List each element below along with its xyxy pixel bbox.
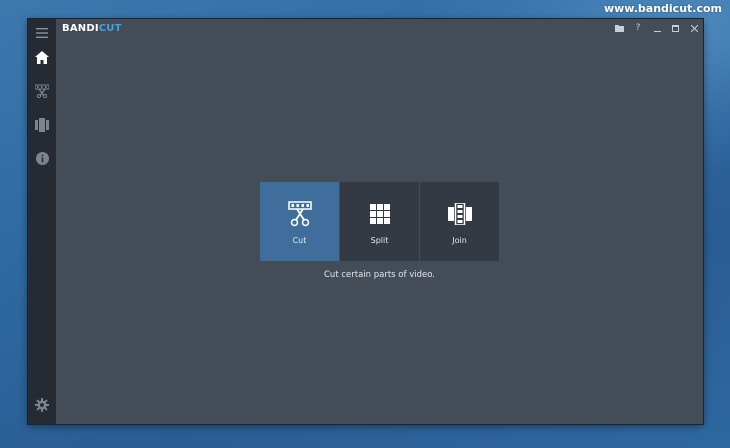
mode-description: Cut certain parts of video. xyxy=(324,270,435,280)
grid-icon xyxy=(370,204,390,224)
mode-label-split: Split xyxy=(370,236,389,245)
sidebar-item-join[interactable] xyxy=(28,111,56,139)
maximize-icon xyxy=(671,24,679,32)
scissors-film-icon xyxy=(288,201,312,227)
sidebar-item-home[interactable] xyxy=(28,43,56,71)
mode-selector: Cut Split Join xyxy=(260,182,500,261)
mode-tile-join[interactable]: Join xyxy=(420,182,499,261)
info-icon xyxy=(35,151,49,165)
title-bar: BANDICUT ? xyxy=(56,19,703,37)
mode-label-join: Join xyxy=(452,236,467,245)
brand-name-part1: BANDI xyxy=(62,23,99,34)
open-folder-button[interactable] xyxy=(612,21,626,35)
watermark-text: www.bandicut.com xyxy=(603,2,722,15)
bandicut-window: BANDICUT ? Cut Split Join Cut certain pa… xyxy=(28,19,703,424)
sidebar-item-cut[interactable] xyxy=(28,77,56,105)
help-button[interactable]: ? xyxy=(631,21,645,35)
app-logo: BANDICUT xyxy=(62,23,122,34)
minimize-icon xyxy=(653,30,661,32)
sidebar xyxy=(28,19,56,424)
close-button[interactable] xyxy=(687,21,701,35)
help-icon: ? xyxy=(635,23,641,33)
folder-icon xyxy=(614,24,624,32)
join-mode-icon xyxy=(35,118,49,132)
sidebar-item-info[interactable] xyxy=(28,144,56,172)
mode-label-cut: Cut xyxy=(292,236,307,245)
minimize-button[interactable] xyxy=(650,21,664,35)
brand-name-part2: CUT xyxy=(98,23,122,34)
gear-icon xyxy=(35,398,49,412)
settings-button[interactable] xyxy=(28,391,56,419)
film-join-icon xyxy=(448,203,472,225)
menu-icon xyxy=(36,28,48,38)
mode-tile-cut[interactable]: Cut xyxy=(260,182,339,261)
cut-mode-icon xyxy=(35,84,49,98)
mode-tile-split[interactable]: Split xyxy=(340,182,419,261)
maximize-button[interactable] xyxy=(668,21,682,35)
home-icon xyxy=(35,50,49,64)
close-icon xyxy=(690,24,698,32)
